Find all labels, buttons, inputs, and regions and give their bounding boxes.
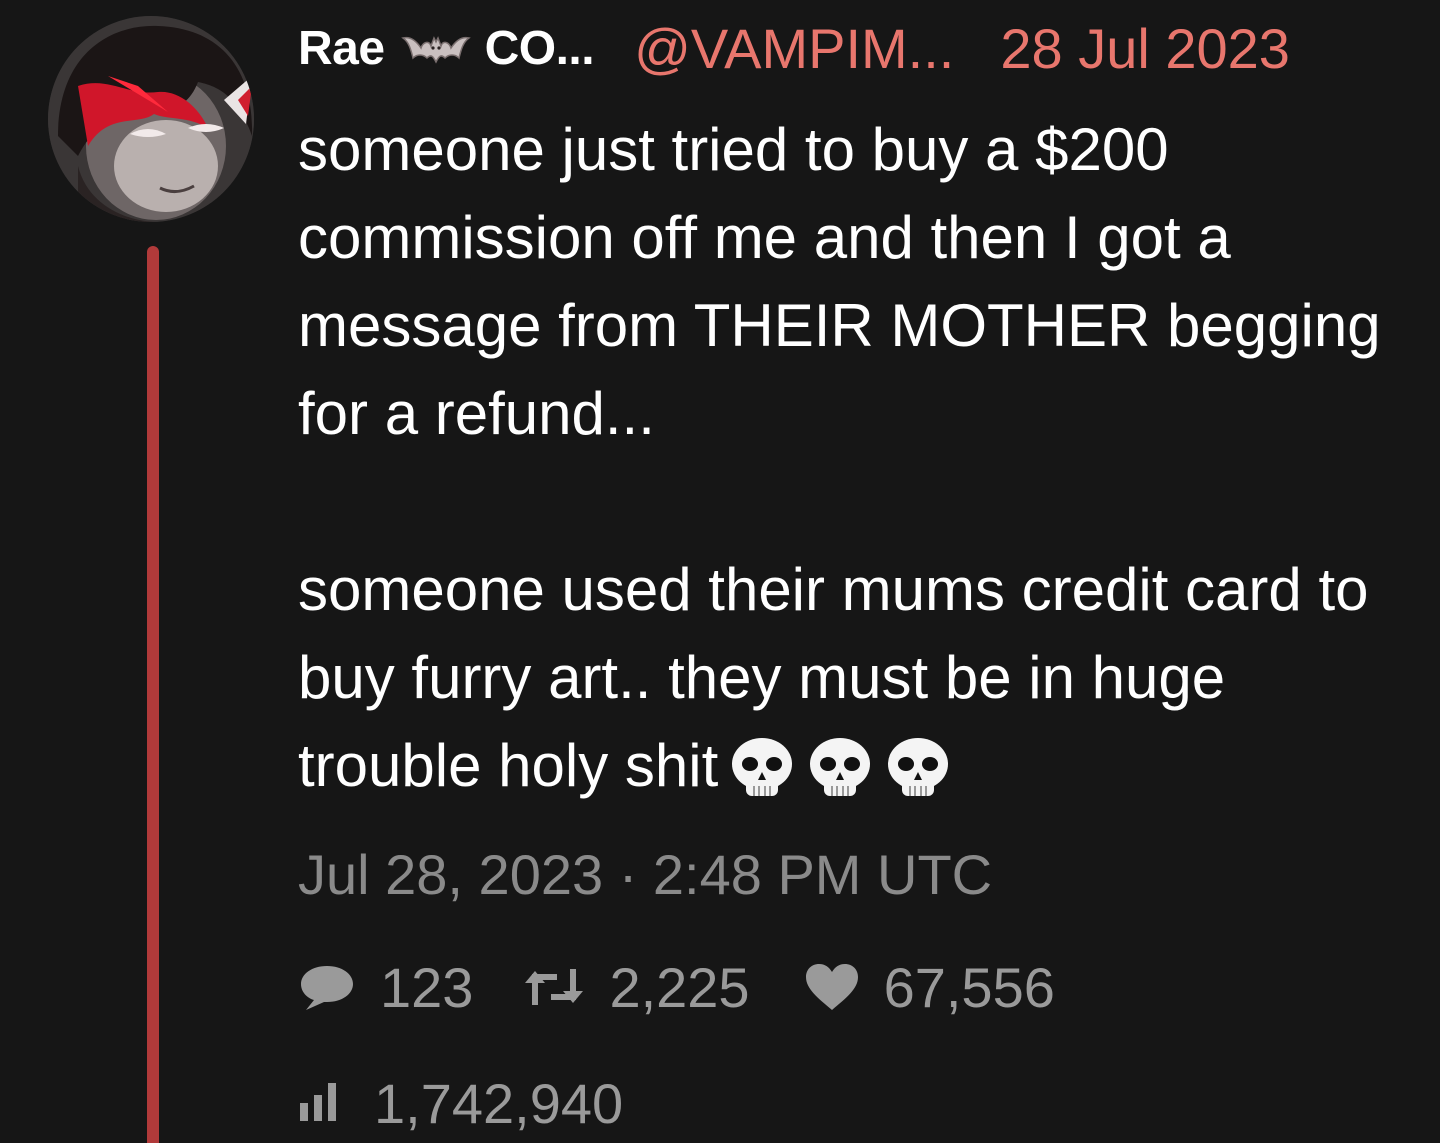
retweet-icon xyxy=(523,965,585,1009)
tweet-text: someone just tried to buy a $200 commiss… xyxy=(298,106,1408,810)
retweet-button[interactable]: 2,225 xyxy=(523,955,750,1020)
tweet-paragraph-2: someone used their mums credit card to b… xyxy=(298,546,1408,810)
thread-line xyxy=(147,246,159,1143)
tweet-header: Rae CO... @VAMPIM... 28 Jul 2023 xyxy=(298,16,1290,80)
tweet-date-link[interactable]: 28 Jul 2023 xyxy=(1000,16,1290,81)
retweet-count: 2,225 xyxy=(609,955,750,1019)
like-button[interactable]: 67,556 xyxy=(804,955,1055,1020)
view-count: 1,742,940 xyxy=(374,1071,624,1135)
skull-icon xyxy=(884,734,952,802)
bar-chart-icon xyxy=(298,1071,338,1136)
display-name-suffix[interactable]: CO... xyxy=(485,21,595,76)
like-count: 67,556 xyxy=(883,955,1055,1019)
skull-icon xyxy=(728,734,796,802)
avatar-image xyxy=(48,16,254,222)
skull-icon xyxy=(806,734,874,802)
display-name[interactable]: Rae xyxy=(298,21,385,76)
speech-bubble-icon xyxy=(298,962,356,1012)
heart-icon xyxy=(804,962,860,1012)
engagement-stats: 123 2,225 67,556 xyxy=(298,952,1055,1022)
tweet-card: Rae CO... @VAMPIM... 28 Jul 2023 someone… xyxy=(0,0,1440,1143)
avatar[interactable] xyxy=(48,16,254,222)
tweet-paragraph-1: someone just tried to buy a $200 commiss… xyxy=(298,116,1381,447)
tweet-timestamp[interactable]: Jul 28, 2023 · 2:48 PM UTC xyxy=(298,842,992,907)
bat-icon xyxy=(400,28,471,68)
user-handle[interactable]: @VAMPIM... xyxy=(634,16,954,81)
reply-button[interactable]: 123 xyxy=(298,955,473,1020)
views-stat: 1,742,940 xyxy=(298,1068,623,1138)
reply-count: 123 xyxy=(380,955,474,1019)
